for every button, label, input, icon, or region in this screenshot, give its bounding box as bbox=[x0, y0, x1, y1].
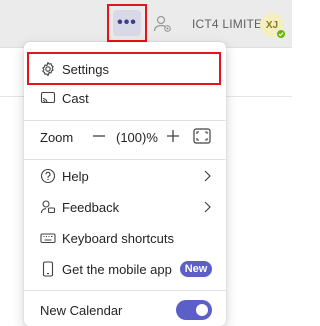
menu-item-label: Feedback bbox=[62, 200, 120, 215]
minus-icon bbox=[93, 135, 105, 137]
menu-item-label: Get the mobile app bbox=[62, 262, 172, 277]
mobile-phone-icon bbox=[42, 261, 54, 277]
menu-item-label: Keyboard shortcuts bbox=[62, 231, 175, 246]
divider bbox=[24, 290, 226, 291]
gear-icon bbox=[42, 61, 54, 77]
plus-icon bbox=[167, 130, 179, 142]
chevron-right-icon bbox=[204, 170, 211, 182]
menu-item-label: Cast bbox=[62, 91, 89, 106]
menu-item-label: New Calendar bbox=[40, 303, 123, 318]
zoom-out-button[interactable] bbox=[88, 124, 110, 148]
divider bbox=[24, 120, 226, 121]
fit-to-screen-icon[interactable] bbox=[192, 126, 212, 146]
new-calendar-toggle[interactable] bbox=[176, 300, 212, 320]
new-badge: New bbox=[180, 261, 212, 277]
menu-item-help[interactable]: Help bbox=[24, 161, 226, 191]
title-bar: ••• ICT4 LIMITED XJ bbox=[0, 0, 292, 48]
menu-item-label: Settings bbox=[62, 62, 109, 77]
menu-item-keyboard-shortcuts[interactable]: Keyboard shortcuts bbox=[24, 223, 226, 253]
menu-item-feedback[interactable]: Feedback bbox=[24, 192, 226, 222]
menu-item-settings[interactable]: Settings bbox=[24, 54, 226, 84]
feedback-icon bbox=[40, 200, 56, 214]
help-icon bbox=[40, 168, 56, 184]
menu-item-cast[interactable]: Cast bbox=[24, 83, 226, 113]
more-options-menu: Settings Cast Zoom (100)% Help Feedback … bbox=[24, 42, 226, 326]
avatar-initials: XJ bbox=[265, 19, 279, 31]
people-icon[interactable] bbox=[152, 14, 172, 34]
menu-item-label: Help bbox=[62, 169, 89, 184]
chevron-right-icon bbox=[204, 201, 211, 213]
more-options-icon: ••• bbox=[113, 10, 141, 36]
zoom-level: (100)% bbox=[116, 130, 158, 145]
presence-available-icon bbox=[276, 29, 286, 39]
toggle-knob bbox=[196, 304, 208, 316]
more-options-button[interactable]: ••• bbox=[107, 4, 147, 42]
zoom-label: Zoom bbox=[40, 130, 74, 145]
zoom-in-button[interactable] bbox=[162, 124, 184, 148]
keyboard-icon bbox=[40, 233, 56, 244]
cast-icon bbox=[40, 91, 56, 104]
divider bbox=[24, 159, 226, 160]
avatar[interactable]: XJ bbox=[260, 13, 286, 39]
